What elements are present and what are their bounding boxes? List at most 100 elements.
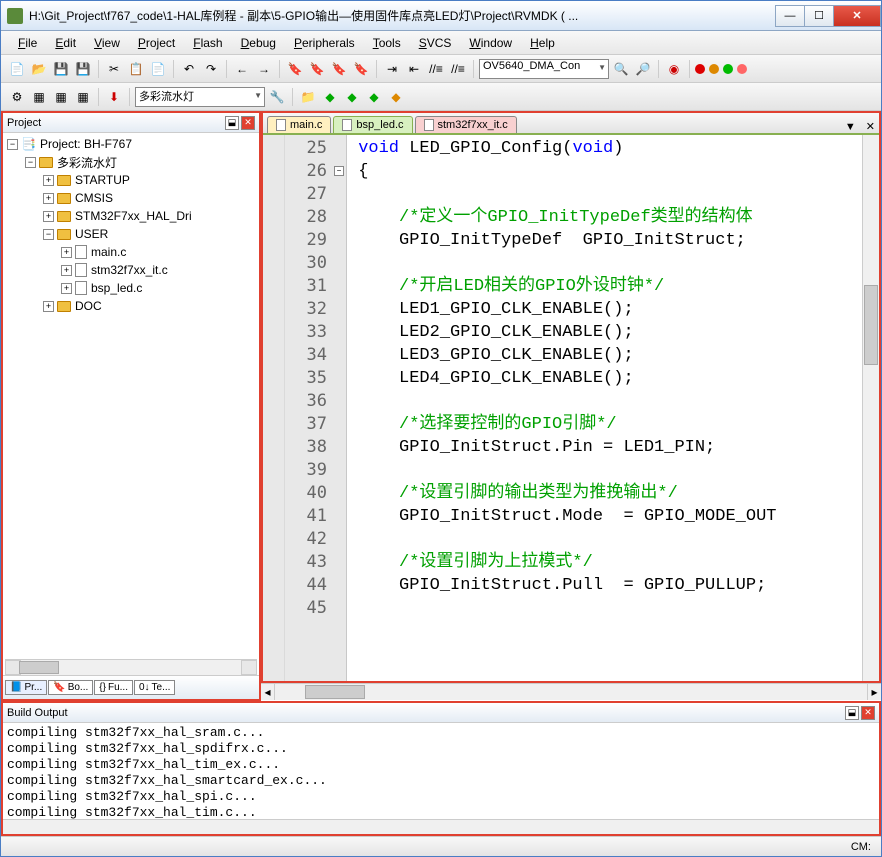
undo-icon[interactable]: ↶ xyxy=(179,59,199,79)
findfiles-icon[interactable]: 🔎 xyxy=(633,59,653,79)
tool4-icon[interactable]: ◆ xyxy=(386,87,406,107)
scroll-thumb[interactable] xyxy=(19,661,59,674)
tree-item[interactable]: +DOC xyxy=(5,297,257,315)
find-combo[interactable]: OV5640_DMA_Con xyxy=(479,59,609,79)
comment-icon[interactable]: //≡ xyxy=(426,59,446,79)
fold-column[interactable]: − xyxy=(333,135,347,681)
tab-dropdown-icon[interactable]: ▼ xyxy=(841,121,860,133)
dot-green-icon[interactable] xyxy=(723,64,733,74)
project-tree[interactable]: − 📑 Project: BH-F767 −多彩流水灯+STARTUP+CMSI… xyxy=(3,133,259,659)
expander-icon[interactable]: + xyxy=(43,301,54,312)
saveall-icon[interactable]: 💾 xyxy=(73,59,93,79)
build-icon[interactable]: ▦ xyxy=(29,87,49,107)
editor-tab[interactable]: bsp_led.c xyxy=(333,116,412,133)
bottom-tab[interactable]: 0↓Te... xyxy=(134,680,175,695)
dot-red-icon[interactable] xyxy=(695,64,705,74)
tab-close-icon[interactable]: ✕ xyxy=(862,120,879,133)
tree-item[interactable]: −USER xyxy=(5,225,257,243)
expander-icon[interactable]: − xyxy=(43,229,54,240)
menu-project[interactable]: Project xyxy=(129,33,184,53)
editor-tab[interactable]: stm32f7xx_it.c xyxy=(415,116,517,133)
vscroll-thumb[interactable] xyxy=(864,285,878,365)
code-text[interactable]: void LED_GPIO_Config(void) { /*定义一个GPIO_… xyxy=(347,135,862,681)
tree-item[interactable]: +STARTUP xyxy=(5,171,257,189)
bottom-tab[interactable]: 🔖Bo... xyxy=(48,680,93,695)
batch-icon[interactable]: ▦ xyxy=(73,87,93,107)
find-icon[interactable]: 🔍 xyxy=(611,59,631,79)
bottom-tab[interactable]: 📘Pr... xyxy=(5,680,47,695)
menu-flash[interactable]: Flash xyxy=(184,33,231,53)
download-icon[interactable]: ⬇ xyxy=(104,87,124,107)
menu-edit[interactable]: Edit xyxy=(46,33,85,53)
pin-icon[interactable]: ⬓ xyxy=(845,706,859,720)
expander-icon[interactable]: + xyxy=(43,175,54,186)
expander-icon[interactable]: + xyxy=(43,211,54,222)
tree-item[interactable]: +stm32f7xx_it.c xyxy=(5,261,257,279)
bm-prev-icon[interactable]: 🔖 xyxy=(307,59,327,79)
options-icon[interactable]: 🔧 xyxy=(267,87,287,107)
open-icon[interactable]: 📂 xyxy=(29,59,49,79)
build-output[interactable]: compiling stm32f7xx_hal_sram.c...compili… xyxy=(3,723,879,819)
menu-tools[interactable]: Tools xyxy=(364,33,410,53)
build-target-icon[interactable]: ⚙ xyxy=(7,87,27,107)
expander-icon[interactable]: + xyxy=(61,283,72,294)
line-gutter[interactable]: 2526272829303132333435363738394041424344… xyxy=(285,135,333,681)
tool2-icon[interactable]: ◆ xyxy=(342,87,362,107)
tool1-icon[interactable]: ◆ xyxy=(320,87,340,107)
tree-item[interactable]: +CMSIS xyxy=(5,189,257,207)
bm-next-icon[interactable]: 🔖 xyxy=(329,59,349,79)
indent-icon[interactable]: ⇥ xyxy=(382,59,402,79)
tree-item[interactable]: +main.c xyxy=(5,243,257,261)
back-icon[interactable]: ← xyxy=(232,59,252,79)
hscroll-thumb[interactable] xyxy=(305,685,365,699)
forward-icon[interactable]: → xyxy=(254,59,274,79)
manage-icon[interactable]: 📁 xyxy=(298,87,318,107)
menu-view[interactable]: View xyxy=(85,33,129,53)
save-icon[interactable]: 💾 xyxy=(51,59,71,79)
uncomment-icon[interactable]: //≡ xyxy=(448,59,468,79)
new-icon[interactable]: 📄 xyxy=(7,59,27,79)
tree-root[interactable]: − 📑 Project: BH-F767 xyxy=(5,135,257,153)
bm-clear-icon[interactable]: 🔖 xyxy=(351,59,371,79)
menu-debug[interactable]: Debug xyxy=(232,33,285,53)
menu-help[interactable]: Help xyxy=(521,33,564,53)
hscroll-right-icon[interactable]: ▸ xyxy=(867,684,881,700)
close-icon[interactable]: ✕ xyxy=(861,706,875,720)
tool3-icon[interactable]: ◆ xyxy=(364,87,384,107)
menu-peripherals[interactable]: Peripherals xyxy=(285,33,364,53)
editor-tab[interactable]: main.c xyxy=(267,116,331,133)
maximize-button[interactable]: ☐ xyxy=(804,5,834,27)
titlebar[interactable]: H:\Git_Project\f767_code\1-HAL库例程 - 副本\5… xyxy=(1,1,881,31)
pin-icon[interactable]: ⬓ xyxy=(225,116,239,130)
editor-vscroll[interactable] xyxy=(862,135,879,681)
expander-icon[interactable]: + xyxy=(61,265,72,276)
build-hscroll[interactable] xyxy=(3,819,879,834)
outdent-icon[interactable]: ⇤ xyxy=(404,59,424,79)
debug-icon[interactable]: ◉ xyxy=(664,59,684,79)
tree-item[interactable]: +bsp_led.c xyxy=(5,279,257,297)
breakpoint-margin[interactable] xyxy=(263,135,285,681)
cut-icon[interactable]: ✂ xyxy=(104,59,124,79)
tree-item[interactable]: +STM32F7xx_HAL_Dri xyxy=(5,207,257,225)
close-button[interactable]: ✕ xyxy=(833,5,881,27)
tree-item[interactable]: −多彩流水灯 xyxy=(5,153,257,171)
minimize-button[interactable]: — xyxy=(775,5,805,27)
redo-icon[interactable]: ↷ xyxy=(201,59,221,79)
menu-file[interactable]: File xyxy=(9,33,46,53)
dot-orange-icon[interactable] xyxy=(709,64,719,74)
menu-window[interactable]: Window xyxy=(460,33,521,53)
bookmark-icon[interactable]: 🔖 xyxy=(285,59,305,79)
expander-icon[interactable]: + xyxy=(61,247,72,258)
copy-icon[interactable]: 📋 xyxy=(126,59,146,79)
dot-grey-icon[interactable] xyxy=(737,64,747,74)
rebuild-icon[interactable]: ▦ xyxy=(51,87,71,107)
target-combo[interactable]: 多彩流水灯 xyxy=(135,87,265,107)
hscroll-left-icon[interactable]: ◂ xyxy=(261,684,275,700)
tree-hscroll[interactable] xyxy=(5,659,257,675)
expander-icon[interactable]: + xyxy=(43,193,54,204)
paste-icon[interactable]: 📄 xyxy=(148,59,168,79)
editor-hscroll[interactable]: ◂ ▸ xyxy=(261,683,881,700)
menu-svcs[interactable]: SVCS xyxy=(410,33,461,53)
close-icon[interactable]: ✕ xyxy=(241,116,255,130)
expander-icon[interactable]: − xyxy=(25,157,36,168)
